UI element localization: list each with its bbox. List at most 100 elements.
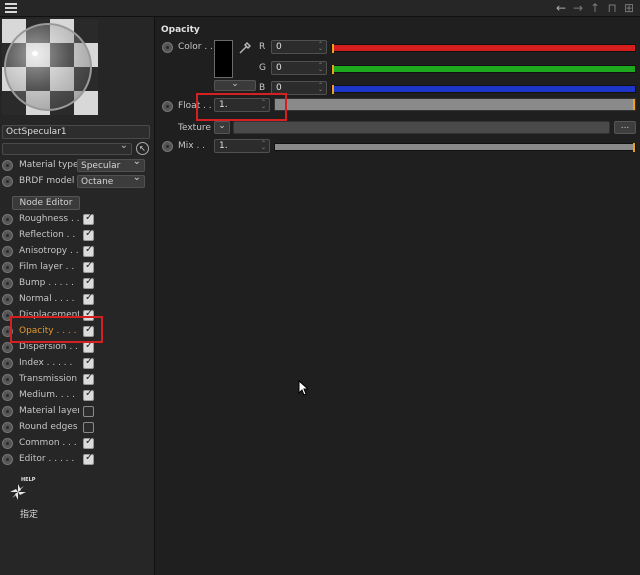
lock-icon[interactable]: ⊓ bbox=[605, 1, 619, 15]
channel-row[interactable]: Round edges bbox=[2, 420, 102, 434]
texture-dropdown[interactable]: ⌄ bbox=[214, 121, 230, 134]
channel-checkbox[interactable] bbox=[83, 292, 94, 305]
channel-checkbox[interactable] bbox=[83, 228, 94, 241]
channel-row[interactable]: Index . . . . . bbox=[2, 356, 102, 370]
channel-label: Reflection . . bbox=[19, 230, 76, 240]
g-input[interactable]: 0 bbox=[271, 61, 327, 75]
channel-checkbox[interactable] bbox=[83, 244, 94, 257]
brdf-row: BRDF model Octane bbox=[2, 172, 145, 188]
float-slider[interactable] bbox=[274, 98, 636, 111]
radio-icon[interactable] bbox=[2, 175, 13, 187]
mix-label: Mix . . bbox=[178, 141, 206, 151]
radio-icon[interactable] bbox=[2, 373, 13, 385]
channel-row[interactable]: Material layer bbox=[2, 404, 102, 418]
channel-row[interactable]: Bump . . . . . bbox=[2, 276, 102, 290]
channel-label: Common . . . bbox=[19, 438, 77, 448]
channel-checkbox[interactable] bbox=[83, 421, 94, 433]
color-radio-icon[interactable] bbox=[162, 42, 173, 53]
channel-label: Editor . . . . . bbox=[19, 454, 75, 464]
eyedropper-icon[interactable] bbox=[238, 40, 253, 55]
g-slider[interactable] bbox=[331, 65, 636, 74]
color-mode-dropdown[interactable]: ⌄ bbox=[214, 80, 256, 91]
channel-checkbox[interactable] bbox=[83, 405, 94, 417]
channel-checkbox[interactable] bbox=[83, 388, 94, 401]
radio-icon[interactable] bbox=[2, 453, 13, 465]
channel-label: Medium. . . . bbox=[19, 390, 76, 400]
radio-icon[interactable] bbox=[2, 341, 13, 353]
layer-dropdown[interactable] bbox=[2, 140, 132, 155]
color-swatch[interactable] bbox=[214, 40, 233, 78]
material-type-label: Material type bbox=[19, 160, 79, 170]
forward-arrow-icon[interactable]: → bbox=[571, 1, 585, 15]
float-radio-icon[interactable] bbox=[162, 101, 173, 112]
channel-checkbox[interactable] bbox=[83, 212, 94, 225]
back-arrow-icon[interactable]: ← bbox=[554, 1, 568, 15]
mix-input[interactable]: 1. bbox=[214, 139, 270, 153]
channel-row[interactable]: Editor . . . . . bbox=[2, 452, 102, 466]
channel-checkbox[interactable] bbox=[83, 436, 94, 449]
radio-icon[interactable] bbox=[2, 159, 13, 171]
channel-checkbox[interactable] bbox=[83, 372, 94, 385]
brdf-select[interactable]: Octane bbox=[77, 172, 145, 188]
channel-row[interactable]: Anisotropy . . bbox=[2, 244, 102, 258]
channel-row[interactable]: Film layer . . bbox=[2, 260, 102, 274]
section-title: Opacity bbox=[161, 25, 200, 35]
texture-label: Texture bbox=[178, 123, 211, 133]
radio-icon[interactable] bbox=[2, 293, 13, 305]
channel-checkbox[interactable] bbox=[83, 356, 94, 369]
new-window-icon[interactable]: ⊞ bbox=[622, 1, 636, 15]
mouse-cursor-icon bbox=[298, 380, 308, 396]
node-editor-button[interactable]: Node Editor bbox=[12, 196, 80, 210]
b-label: B bbox=[259, 83, 266, 93]
material-type-select[interactable]: Specular bbox=[77, 156, 145, 172]
radio-icon[interactable] bbox=[2, 389, 13, 401]
mix-radio-icon[interactable] bbox=[162, 141, 173, 152]
pick-icon[interactable]: ↖ bbox=[136, 142, 149, 155]
channel-row[interactable]: Common . . . bbox=[2, 436, 102, 450]
radio-icon[interactable] bbox=[2, 405, 13, 417]
radio-icon[interactable] bbox=[2, 357, 13, 369]
channel-checkbox[interactable] bbox=[83, 276, 94, 289]
help-badge: HELP bbox=[21, 477, 36, 483]
hamburger-icon[interactable] bbox=[5, 3, 17, 13]
channel-checkbox[interactable] bbox=[83, 260, 94, 273]
channel-checkbox[interactable] bbox=[83, 452, 94, 465]
up-arrow-icon[interactable]: ↑ bbox=[588, 1, 602, 15]
radio-icon[interactable] bbox=[2, 421, 13, 433]
texture-browse-button[interactable]: ... bbox=[614, 121, 636, 134]
channel-row[interactable]: Transmission bbox=[2, 372, 102, 386]
radio-icon[interactable] bbox=[2, 229, 13, 241]
radio-icon[interactable] bbox=[2, 245, 13, 257]
r-input[interactable]: 0 bbox=[271, 40, 327, 54]
radio-icon[interactable] bbox=[2, 213, 13, 225]
r-slider[interactable] bbox=[331, 44, 636, 53]
channel-checkbox[interactable] bbox=[83, 340, 94, 353]
channel-row[interactable]: Roughness . . bbox=[2, 212, 102, 226]
g-label: G bbox=[259, 63, 266, 73]
nav-icons: ← → ↑ ⊓ ⊞ bbox=[554, 1, 636, 15]
mix-slider[interactable] bbox=[274, 143, 636, 152]
radio-icon[interactable] bbox=[2, 437, 13, 449]
channel-label: Bump . . . . . bbox=[19, 278, 74, 288]
channel-label: Anisotropy . . bbox=[19, 246, 79, 256]
channel-label: Normal . . . . bbox=[19, 294, 75, 304]
float-highlight-box bbox=[196, 93, 287, 121]
material-name-field[interactable]: OctSpecular1 bbox=[2, 125, 150, 139]
channel-label: Material layer bbox=[19, 406, 79, 416]
texture-field[interactable] bbox=[233, 121, 610, 134]
opacity-panel: Opacity Color . . ⌄ R 0 G 0 B 0 Float . … bbox=[156, 17, 640, 575]
channel-row[interactable]: Reflection . . bbox=[2, 228, 102, 242]
b-slider[interactable] bbox=[331, 85, 636, 94]
channel-label: Dispersion . . bbox=[19, 342, 78, 352]
octane-help-icon[interactable]: HELP bbox=[6, 475, 36, 503]
channel-label: Film layer . . bbox=[19, 262, 75, 272]
radio-icon[interactable] bbox=[2, 261, 13, 273]
channel-row[interactable]: Medium. . . . bbox=[2, 388, 102, 402]
channel-label: Round edges bbox=[19, 422, 78, 432]
r-label: R bbox=[259, 42, 266, 52]
material-preview[interactable] bbox=[2, 19, 98, 115]
channel-row[interactable]: Normal . . . . bbox=[2, 292, 102, 306]
material-type-row: Material type Specular bbox=[2, 156, 145, 172]
opacity-highlight-box bbox=[10, 316, 103, 343]
radio-icon[interactable] bbox=[2, 277, 13, 289]
